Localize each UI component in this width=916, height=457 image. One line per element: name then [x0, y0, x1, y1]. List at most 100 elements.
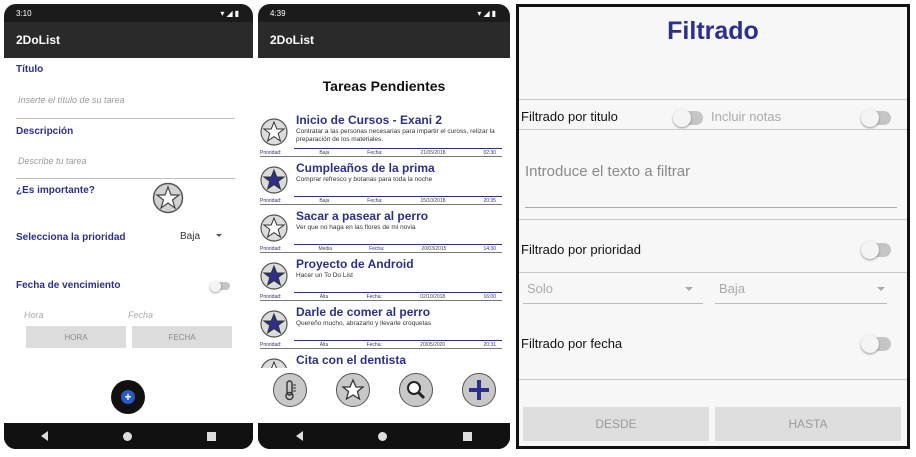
phone-task-list: 4:39 ▾◢▮ 2DoList Tareas Pendientes Inici…: [258, 4, 510, 449]
add-icon[interactable]: [461, 373, 496, 407]
importante-star-icon[interactable]: [152, 182, 184, 214]
filtro-prioridad-toggle[interactable]: [861, 241, 891, 259]
search-icon[interactable]: [398, 373, 433, 407]
status-bar: 4:39 ▾◢▮: [258, 4, 510, 22]
texto-filtro-underline: [525, 207, 897, 208]
task-title: Sacar a pasear al perro: [296, 209, 429, 223]
toggle-knob: [861, 241, 879, 259]
thermometer-icon[interactable]: [272, 373, 307, 407]
app-bar: 2DoList: [4, 22, 253, 58]
star-outline-icon[interactable]: [260, 118, 288, 146]
prioridad-select[interactable]: Baja: [180, 231, 222, 242]
task-title: Cita con el dentista: [296, 353, 407, 367]
add-task-fab[interactable]: +: [111, 380, 145, 414]
task-description: Ver que no haga en las flores de mi novi…: [296, 224, 416, 231]
baja-select-underline: [715, 303, 887, 304]
descripcion-input-underline: [16, 178, 235, 179]
chevron-down-icon: [877, 287, 885, 291]
fecha-button[interactable]: FECHA: [132, 326, 232, 348]
descripcion-label: Descripción: [16, 126, 74, 137]
task-title: Cumpleaños de la prima: [296, 161, 435, 175]
task-bottom-separator: [260, 348, 502, 349]
titulo-label: Título: [16, 64, 44, 75]
fecha-vencimiento-label: Fecha de vencimiento: [16, 280, 121, 291]
task-description: Comprar refresco y botanas para toda la …: [296, 176, 433, 183]
hora-hint: Hora: [24, 310, 44, 320]
task-separator: [294, 196, 502, 197]
android-nav-bar: [4, 423, 253, 449]
star-outline-icon[interactable]: [260, 214, 288, 242]
task-item[interactable]: Proyecto de Android Hacer un To Do List Pr…: [258, 256, 510, 304]
filtro-fecha-toggle[interactable]: [861, 335, 891, 353]
divider: [519, 129, 907, 130]
app-bar: 2DoList: [258, 22, 510, 58]
importante-label: ¿Es importante?: [16, 185, 95, 196]
texto-filtro-input[interactable]: Introduce el texto a filtrar: [525, 163, 690, 180]
app-title: 2DoList: [270, 33, 315, 47]
prioridad-label: Selecciona la prioridad: [16, 232, 126, 243]
task-separator: [294, 292, 502, 293]
star-icon[interactable]: [335, 373, 370, 407]
task-item[interactable]: Sacar a pasear al perro Ver que no haga e…: [258, 208, 510, 256]
task-bottom-separator: [260, 204, 502, 205]
chevron-down-icon: [685, 287, 693, 291]
filtro-fecha-label: Filtrado por fecha: [521, 336, 623, 351]
divider: [519, 99, 907, 100]
incluir-notas-toggle[interactable]: [861, 109, 891, 127]
panel-title: Filtrado: [667, 17, 759, 45]
hora-button[interactable]: HORA: [26, 326, 126, 348]
back-icon[interactable]: [295, 431, 303, 441]
task-list-screen: Tareas Pendientes Inicio de Cursos - Exa…: [258, 58, 510, 424]
task-item[interactable]: Inicio de Cursos - Exani 2 Contratar a la…: [258, 112, 510, 160]
star-filled-icon[interactable]: [260, 310, 288, 338]
new-task-form: Título Inserte el título de su tarea Des…: [4, 58, 253, 423]
recents-icon[interactable]: [206, 431, 216, 441]
toggle-knob: [673, 109, 691, 127]
toggle-knob: [210, 280, 221, 292]
divider: [519, 219, 907, 220]
task-separator: [294, 148, 502, 149]
recents-icon[interactable]: [463, 431, 473, 441]
hasta-button[interactable]: HASTA: [715, 407, 901, 441]
status-time: 3:10: [16, 8, 32, 18]
filtro-titulo-toggle[interactable]: [673, 109, 703, 127]
home-icon[interactable]: [378, 431, 388, 441]
status-time: 4:39: [270, 8, 286, 18]
incluir-notas-label: Incluir notas: [711, 109, 782, 124]
filtro-titulo-label: Filtrado por titulo: [521, 109, 618, 124]
task-title: Proyecto de Android: [296, 257, 414, 271]
list-title: Tareas Pendientes: [322, 78, 446, 94]
solo-select-underline: [523, 303, 703, 304]
task-separator: [294, 244, 502, 245]
task-bottom-separator: [260, 300, 502, 301]
back-icon[interactable]: [41, 431, 49, 441]
solo-select[interactable]: Solo: [527, 281, 553, 296]
task-title: Darle de comer al perro: [296, 305, 431, 319]
baja-select[interactable]: Baja: [719, 281, 745, 296]
phone-new-task: 3:10 ▾◢▮ 2DoList Título Inserte el títul…: [4, 4, 253, 449]
app-title: 2DoList: [16, 33, 61, 47]
task-title: Inicio de Cursos - Exani 2: [296, 113, 443, 127]
home-icon[interactable]: [122, 431, 132, 441]
task-separator: [294, 340, 502, 341]
status-bar: 3:10 ▾◢▮: [4, 4, 253, 22]
task-description: Hacer un To Do List: [296, 272, 353, 279]
desde-button[interactable]: DESDE: [523, 407, 709, 441]
status-icons: ▾◢▮: [220, 8, 241, 18]
fecha-vencimiento-toggle[interactable]: [210, 280, 230, 292]
prioridad-value: Baja: [180, 231, 201, 242]
task-description: Contratar a las personas necesarias para…: [296, 128, 495, 143]
filter-panel: Filtrado Filtrado por titulo Incluir not…: [516, 4, 910, 449]
titulo-input[interactable]: Inserte el título de su tarea: [18, 95, 125, 105]
divider: [519, 272, 907, 273]
task-item[interactable]: Darle de comer al perro Quereño mucho, ab…: [258, 304, 510, 352]
star-filled-icon[interactable]: [260, 166, 288, 194]
android-nav-bar: [258, 423, 510, 449]
task-item[interactable]: Cumpleaños de la prima Comprar refresco y…: [258, 160, 510, 208]
chevron-down-icon: [216, 234, 222, 237]
descripcion-input[interactable]: Describe tu tarea: [18, 156, 87, 166]
toggle-knob: [861, 335, 879, 353]
star-filled-icon[interactable]: [260, 262, 288, 290]
titulo-input-underline: [16, 118, 235, 119]
task-bottom-separator: [260, 252, 502, 253]
